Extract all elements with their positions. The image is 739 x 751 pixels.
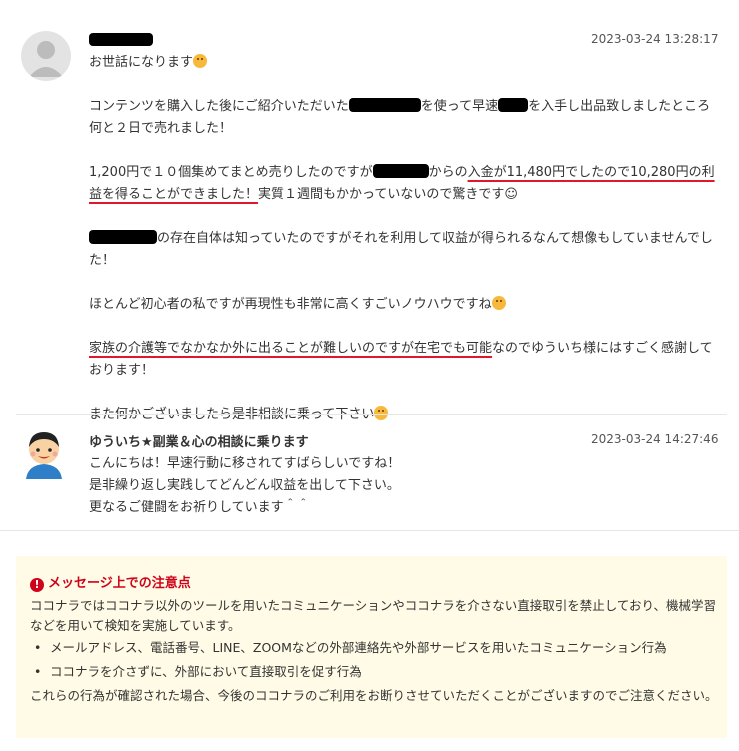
message-text: 実質１週間もかかっていないので驚きです☺ xyxy=(258,187,518,202)
redacted-username xyxy=(89,33,153,46)
message-text: からの xyxy=(428,165,468,180)
seller-avatar-icon[interactable] xyxy=(20,427,68,479)
message-text: 1,200円で１０個集めてまとめ売りしたのですが xyxy=(89,165,373,180)
notice-box: ! メッセージ上での注意点 ココナラではココナラ以外のツールを用いたコミュニケーシ… xyxy=(16,556,727,738)
message-paragraph: ほとんど初心者の私ですが再現性も非常に高くすごいノウハウですね xyxy=(89,294,719,316)
message-paragraph: お世話になります xyxy=(89,52,719,74)
redacted-text xyxy=(498,98,529,112)
message-text: こんにちは！早速行動に移されてすばらしいですね！ xyxy=(89,456,401,471)
message-paragraph: 家族の介護等でなかなか外に出ることが難しいのですが在宅でも可能なのでゆういち様に… xyxy=(89,338,719,382)
underlined-highlight: 家族の介護等でなかなか外に出ることが難しいのですが在宅でも可能 xyxy=(89,341,493,356)
message-text: お世話になります xyxy=(89,55,194,70)
warning-icon: ! xyxy=(30,578,44,592)
notice-footer: これらの行為が確認された場合、今後のココナラのご利用をお断りさせていただくことが… xyxy=(30,688,718,703)
message-text: を使って早速 xyxy=(420,99,499,114)
message-text: 是非繰り返し実践してどんどん収益を出して下さい。 xyxy=(89,478,400,493)
notice-title: ! メッセージ上での注意点 xyxy=(30,572,191,592)
sender-name[interactable]: ゆういち★副業＆心の相談に乗ります xyxy=(89,431,309,450)
section-divider xyxy=(0,530,739,531)
message-paragraph: の存在自体は知っていたのですがそれを利用して収益が得られるなんて想像もしていませ… xyxy=(89,228,719,272)
message-paragraph: コンテンツを購入した後にご紹介いただいた を使って早速 を入手し出品致しましたところ… xyxy=(89,96,719,140)
redacted-text xyxy=(89,230,157,244)
message-body: お世話になります コンテンツを購入した後にご紹介いただいた を使って早速 を入手し出… xyxy=(89,52,719,426)
message-paragraph: 1,200円で１０個集めてまとめ売りしたのですが からの入金が11,480円でした… xyxy=(89,162,719,206)
notice-title-text: メッセージ上での注意点 xyxy=(48,576,191,591)
message-1: 2023-03-24 13:28:17 お世話になります コンテンツを購入した後… xyxy=(0,0,739,422)
message-2: ゆういち★副業＆心の相談に乗ります 2023-03-24 14:27:46 こん… xyxy=(0,415,739,530)
smile-emoji-icon xyxy=(193,54,208,68)
message-text: ほとんど初心者の私ですが再現性も非常に高くすごいノウハウですね xyxy=(89,297,492,312)
message-text: コンテンツを購入した後にご紹介いただいた xyxy=(89,99,349,114)
notice-bullet: ココナラを介さずに、外部において直接取引を促す行為 xyxy=(30,662,720,682)
notice-intro: ココナラではココナラ以外のツールを用いたコミュニケーションやココナラを介さない直… xyxy=(30,598,717,633)
notice-bullet-list: メールアドレス、電話番号、LINE、ZOOMなどの外部連絡先や外部サービスを用い… xyxy=(30,638,720,686)
smile-emoji-icon xyxy=(491,296,506,310)
notice-bullet: メールアドレス、電話番号、LINE、ZOOMなどの外部連絡先や外部サービスを用い… xyxy=(30,638,720,658)
message-timestamp: 2023-03-24 13:28:17 xyxy=(591,32,719,46)
redacted-text xyxy=(348,98,421,112)
message-text: 更なるご健闘をお祈りしています＾＾ xyxy=(89,500,310,515)
default-avatar-icon[interactable] xyxy=(21,31,71,81)
message-text: の存在自体は知っていたのですがそれを利用して収益が得られるなんて想像もしていませ… xyxy=(89,231,713,268)
message-body: こんにちは！早速行動に移されてすばらしいですね！ 是非繰り返し実践してどんどん収… xyxy=(89,453,719,519)
redacted-text xyxy=(372,164,429,178)
message-timestamp: 2023-03-24 14:27:46 xyxy=(591,432,719,446)
